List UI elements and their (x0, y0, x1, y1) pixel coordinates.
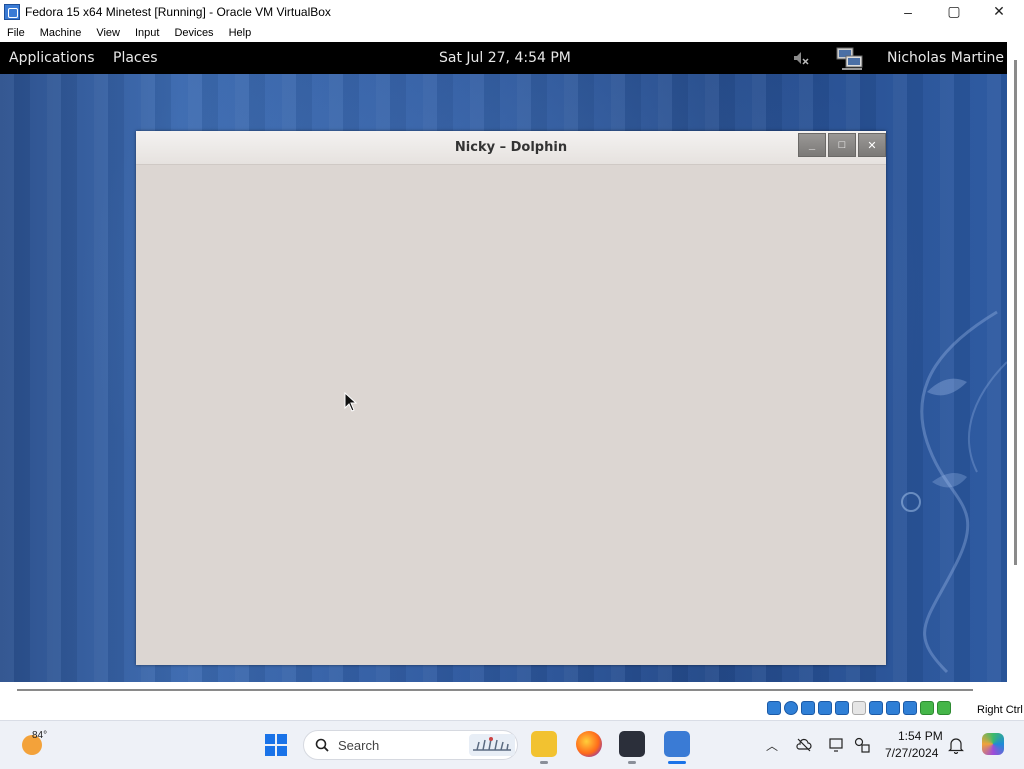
taskbar-time[interactable]: 1:54 PM (898, 729, 943, 743)
file-explorer-icon[interactable] (531, 731, 557, 757)
dolphin-content-area[interactable] (136, 165, 886, 665)
search-highlight-art (469, 734, 515, 756)
copilot-icon[interactable] (982, 733, 1004, 755)
cpu-icon[interactable] (903, 701, 917, 715)
virtualbox-titlebar: Fedora 15 x64 Minetest [Running] - Oracl… (0, 0, 1024, 23)
close-button[interactable]: ✕ (976, 0, 1022, 23)
network-icon[interactable] (834, 46, 866, 72)
dolphin-close-button[interactable]: ✕ (858, 133, 886, 157)
menu-machine[interactable]: Machine (33, 27, 90, 39)
network-adapter-icon[interactable] (818, 701, 832, 715)
weather-temperature[interactable]: 84° (32, 730, 47, 741)
display-tray-icon[interactable] (829, 737, 845, 753)
unity-hub-icon[interactable] (619, 731, 645, 757)
windows-taskbar: 84° Search ︿ 1:54 PM 7/27/2024 (0, 720, 1024, 769)
taskbar-date[interactable]: 7/27/2024 (885, 746, 938, 760)
vertical-scrollbar[interactable] (1014, 60, 1017, 565)
show-hidden-icons-chevron-icon[interactable]: ︿ (766, 737, 778, 754)
places-menu[interactable]: Places (113, 50, 158, 66)
status-icons-group (767, 701, 954, 715)
keyboard-capture-icon[interactable] (937, 701, 951, 715)
window-title: Fedora 15 x64 Minetest [Running] - Oracl… (25, 4, 331, 19)
user-menu[interactable]: Nicholas Martine (887, 50, 1004, 66)
gnome-top-panel: Applications Places Sat Jul 27, 4:54 PM … (0, 42, 1007, 74)
menu-help[interactable]: Help (222, 27, 260, 39)
guest-screen[interactable]: Applications Places Sat Jul 27, 4:54 PM … (0, 42, 1007, 682)
firefox-icon[interactable] (576, 731, 602, 757)
dolphin-minimize-button[interactable]: _ (798, 133, 826, 157)
file-explorer-indicator (540, 761, 548, 764)
search-placeholder: Search (338, 738, 380, 753)
taskbar-search-box[interactable]: Search (303, 730, 518, 760)
unity-hub-indicator (628, 761, 636, 764)
menu-input[interactable]: Input (128, 27, 167, 39)
recording-icon[interactable] (886, 701, 900, 715)
dolphin-title: Nicky – Dolphin (454, 140, 568, 155)
menu-file[interactable]: File (0, 27, 33, 39)
dolphin-window[interactable]: Nicky – Dolphin _ □ ✕ (136, 131, 886, 665)
shared-folders-icon[interactable] (852, 701, 866, 715)
host-key-label: Right Ctrl (977, 704, 1023, 716)
virtualbox-statusbar: Right Ctrl (0, 682, 1024, 720)
virtualbox-app-icon (4, 3, 20, 20)
display-icon[interactable] (869, 701, 883, 715)
menu-devices[interactable]: Devices (167, 27, 221, 39)
volume-muted-icon[interactable] (793, 51, 809, 65)
network-tray-icon[interactable] (854, 737, 870, 753)
mouse-pointer-icon (344, 392, 358, 412)
virtualbox-menubar: File Machine View Input Devices Help (0, 23, 1024, 42)
notification-bell-icon[interactable] (948, 736, 964, 754)
maximize-button[interactable]: ▢ (931, 0, 977, 23)
horizontal-scrollbar[interactable] (17, 689, 973, 691)
panel-clock[interactable]: Sat Jul 27, 4:54 PM (439, 50, 571, 66)
menu-view[interactable]: View (89, 27, 128, 39)
dolphin-maximize-button[interactable]: □ (828, 133, 856, 157)
mouse-integration-icon[interactable] (920, 701, 934, 715)
start-button[interactable] (265, 734, 287, 756)
dolphin-titlebar[interactable]: Nicky – Dolphin _ □ ✕ (136, 131, 886, 165)
optical-drive-icon[interactable] (784, 701, 798, 715)
virtualbox-fedora-icon[interactable] (664, 731, 690, 757)
wallpaper-swirl-art (901, 310, 1007, 674)
applications-menu[interactable]: Applications (9, 50, 95, 66)
minimize-button[interactable]: – (885, 0, 931, 23)
virtualbox-active-indicator (668, 761, 686, 764)
onedrive-off-icon[interactable] (796, 737, 812, 753)
usb-icon[interactable] (835, 701, 849, 715)
audio-icon[interactable] (801, 701, 815, 715)
hard-disk-icon[interactable] (767, 701, 781, 715)
search-icon (315, 738, 329, 752)
